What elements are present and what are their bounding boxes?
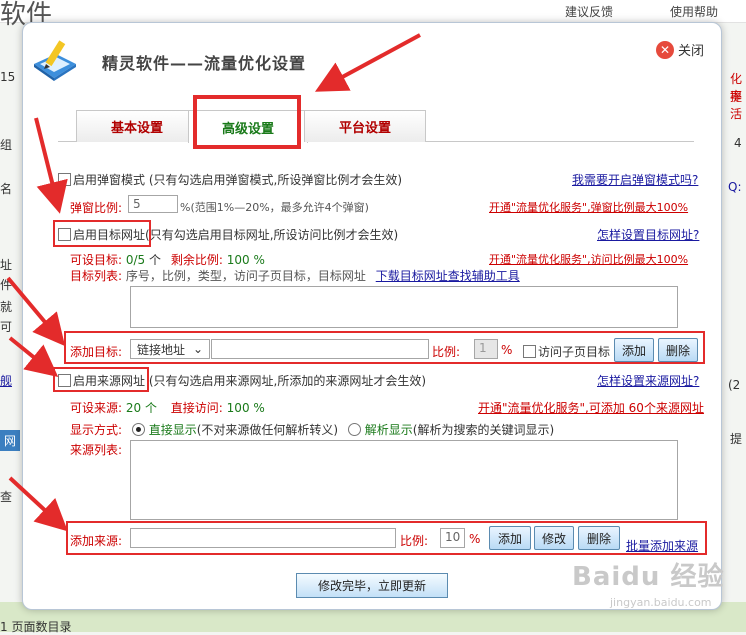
annotation-arrows bbox=[6, 33, 421, 532]
arrow-to-source-checkbox bbox=[8, 336, 59, 378]
arrow-to-add-target bbox=[6, 276, 66, 347]
arrow-to-add-source bbox=[8, 476, 68, 532]
arrow-to-target-checkbox bbox=[34, 117, 68, 214]
watermark-sub: jingyan.baidu.com bbox=[610, 596, 712, 609]
arrow-to-advanced-tab bbox=[314, 33, 421, 92]
watermark: Baidu 经验 bbox=[572, 562, 725, 592]
